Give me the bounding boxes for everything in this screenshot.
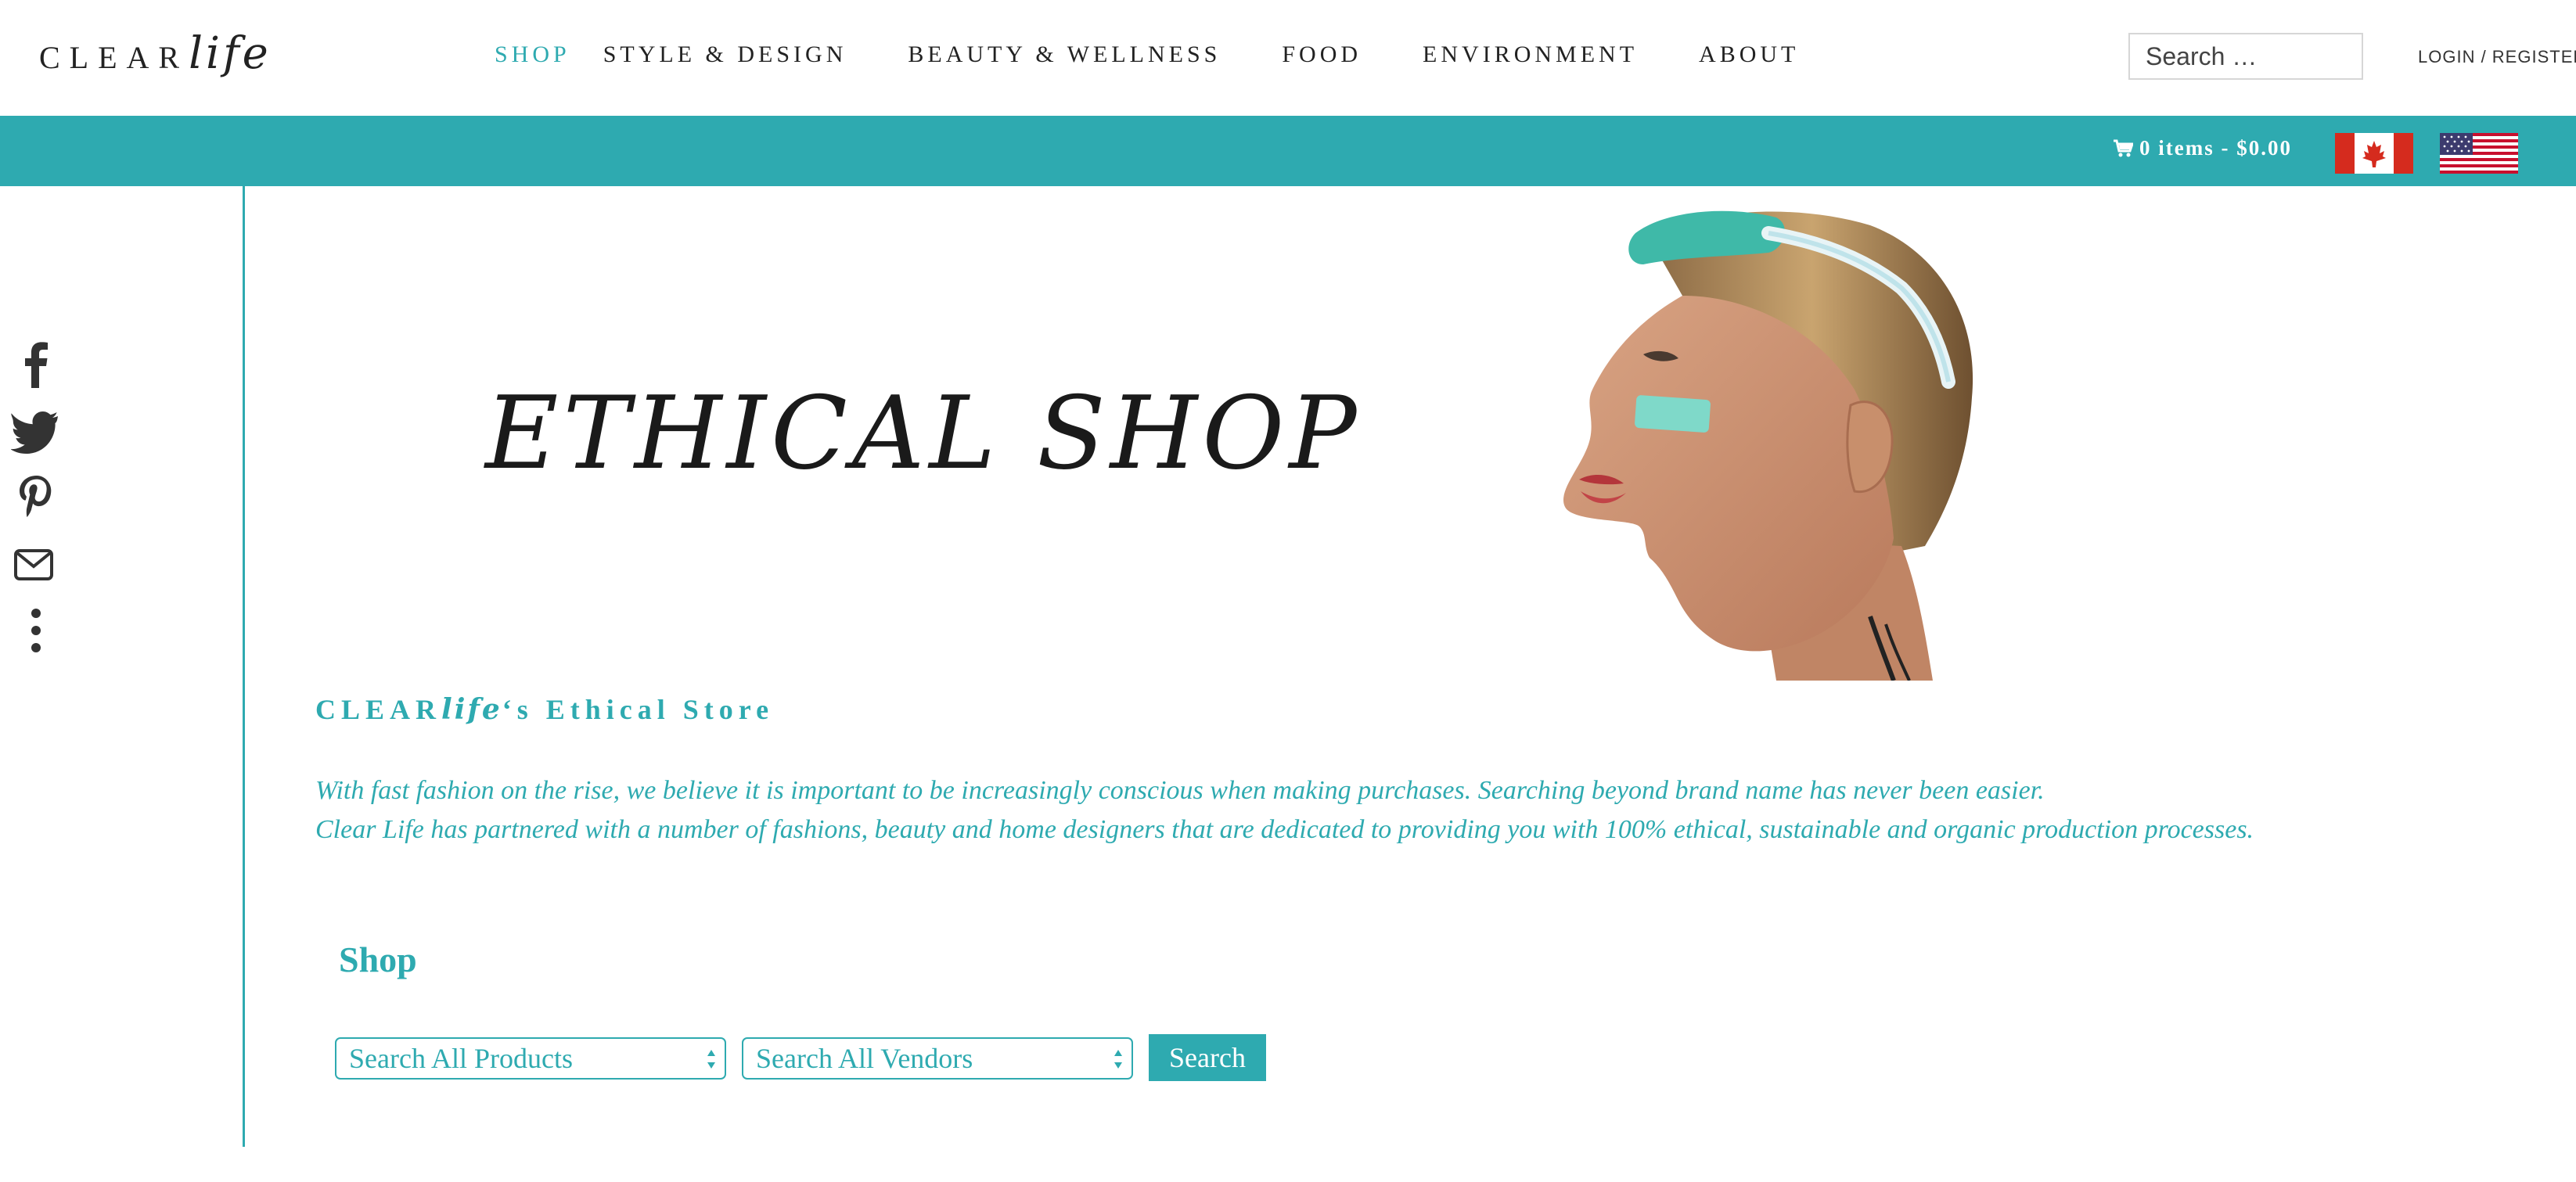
cart-icon: [2114, 139, 2133, 156]
vendors-select-value: Search All Vendors: [756, 1043, 973, 1074]
intro-line: Clear Life has partnered with a number o…: [315, 815, 2254, 844]
twitter-icon[interactable]: [11, 405, 61, 455]
nav-item-food[interactable]: FOOD: [1282, 41, 1362, 68]
store-heading-brand: CLEAR: [315, 694, 442, 725]
store-intro: With fast fashion on the rise, we believ…: [315, 771, 2254, 850]
nav-item-style-design[interactable]: STYLE & DESIGN: [603, 41, 847, 68]
vendors-select[interactable]: Search All Vendors: [742, 1037, 1133, 1080]
nav-item-environment[interactable]: ENVIRONMENT: [1423, 41, 1638, 68]
main-nav: SHOP STYLE & DESIGN BEAUTY & WELLNESS FO…: [495, 38, 1799, 72]
site-header: CLEAR life SHOP STYLE & DESIGN BEAUTY & …: [0, 0, 2576, 116]
store-heading-suffix: ‘s Ethical Store: [502, 694, 775, 725]
products-select-value: Search All Products: [349, 1043, 573, 1074]
site-logo[interactable]: CLEAR life: [39, 28, 272, 83]
store-heading: CLEAR life ‘s Ethical Store: [315, 693, 774, 726]
social-share-bar: [11, 338, 61, 674]
nav-item-beauty-wellness[interactable]: BEAUTY & WELLNESS: [908, 41, 1221, 68]
nav-item-about[interactable]: ABOUT: [1699, 41, 1799, 68]
select-arrows-icon: [1114, 1050, 1122, 1069]
nav-item-shop[interactable]: SHOP: [495, 41, 570, 68]
more-icon[interactable]: [11, 607, 61, 657]
store-heading-script: life: [441, 693, 502, 726]
pinterest-icon[interactable]: [11, 472, 61, 523]
email-icon[interactable]: [11, 540, 61, 590]
logo-script-text: life: [189, 28, 272, 79]
top-bar: 0 items - $0.00: [0, 116, 2576, 186]
cart-label: 0 items - $0.00: [2139, 136, 2292, 160]
select-arrows-icon: [707, 1050, 715, 1069]
products-select[interactable]: Search All Products: [335, 1037, 726, 1080]
hero-title: ETHICAL SHOP: [485, 375, 1362, 492]
search-input[interactable]: [2128, 33, 2363, 80]
hero-image: [1563, 210, 1973, 681]
content-divider: [243, 186, 245, 1147]
shop-search-button[interactable]: Search: [1149, 1034, 1266, 1081]
shop-heading: Shop: [339, 939, 417, 979]
facebook-icon[interactable]: [11, 338, 61, 388]
logo-text: CLEAR: [39, 40, 189, 75]
cart-summary[interactable]: 0 items - $0.00: [2113, 136, 2292, 160]
intro-line: With fast fashion on the rise, we believ…: [315, 776, 2045, 805]
login-register-link[interactable]: LOGIN / REGISTER: [2418, 47, 2576, 67]
canada-flag-icon[interactable]: [2335, 133, 2413, 174]
usa-flag-icon[interactable]: [2440, 133, 2518, 174]
